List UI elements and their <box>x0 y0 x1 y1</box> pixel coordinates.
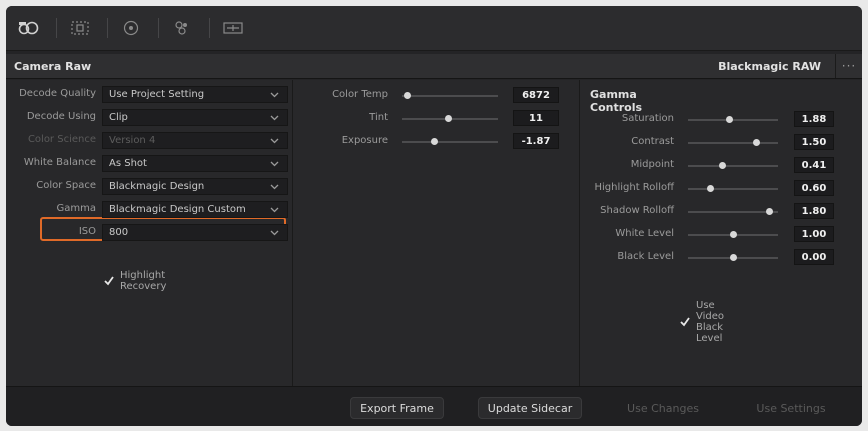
dropdown-value: Use Project Setting <box>109 89 205 100</box>
slider-label: Exposure <box>341 135 388 146</box>
more-options-icon[interactable]: ··· <box>835 54 862 78</box>
chevron-down-icon <box>270 136 279 147</box>
field-label: Decode Quality <box>19 88 96 99</box>
rgb-mixer-icon[interactable] <box>169 17 195 39</box>
slider-knob[interactable] <box>403 92 411 99</box>
color-match-icon[interactable] <box>67 17 93 39</box>
dropdown-value: As Shot <box>109 158 147 169</box>
slider-value[interactable]: 1.80 <box>794 203 834 219</box>
slider-label: Black Level <box>617 251 674 262</box>
gamma-controls-title: Gamma Controls <box>590 88 643 114</box>
slider-value[interactable]: 0.41 <box>794 157 834 173</box>
slider-knob[interactable] <box>430 138 438 145</box>
slider-track[interactable] <box>688 188 778 190</box>
use-changes-button[interactable]: Use Changes <box>618 397 708 419</box>
slider-value[interactable]: 0.60 <box>794 180 834 196</box>
slider-value[interactable]: 1.00 <box>794 226 834 242</box>
slider-knob[interactable] <box>730 231 737 238</box>
slider-track[interactable] <box>688 142 778 144</box>
slider-track[interactable] <box>402 95 498 97</box>
slider-label: Midpoint <box>630 159 674 170</box>
camera-raw-icon[interactable] <box>16 17 42 39</box>
codec-label: Blackmagic RAW <box>718 59 821 73</box>
field-dropdown[interactable]: 800 <box>102 224 288 241</box>
slider-knob[interactable] <box>752 139 760 146</box>
slider-track[interactable] <box>688 165 778 167</box>
chevron-down-icon <box>270 228 279 239</box>
checkmark-icon <box>104 275 114 287</box>
chevron-down-icon <box>270 205 279 216</box>
toolbar-divider <box>158 18 159 38</box>
checkbox-label: Use Video Black Level <box>696 300 725 344</box>
slider-track[interactable] <box>402 141 498 143</box>
camera-raw-window: Camera Raw Blackmagic RAW ··· Decode Qua… <box>6 6 862 426</box>
field-dropdown[interactable]: Clip <box>102 109 288 126</box>
use-video-black-level-checkbox[interactable]: Use Video Black Level <box>680 300 726 344</box>
slider-knob[interactable] <box>706 185 714 192</box>
toolbar-divider <box>209 18 210 38</box>
dropdown-value: Blackmagic Design Custom <box>109 204 246 215</box>
toolbar <box>6 6 862 51</box>
toolbar-divider <box>56 18 57 38</box>
chevron-down-icon <box>270 182 279 193</box>
checkbox-label: Highlight Recovery <box>120 270 167 292</box>
dropdown-value: Blackmagic Design <box>109 181 205 192</box>
slider-value[interactable]: 11 <box>513 110 559 126</box>
slider-label: Color Temp <box>332 89 388 100</box>
dropdown-value: 800 <box>109 227 129 238</box>
chevron-down-icon <box>270 90 279 101</box>
slider-value[interactable]: -1.87 <box>513 133 559 149</box>
slider-label: Tint <box>369 112 388 123</box>
chevron-down-icon <box>270 113 279 124</box>
slider-label: White Level <box>615 228 674 239</box>
slider-label: Contrast <box>631 136 674 147</box>
chevron-down-icon <box>270 159 279 170</box>
slider-value[interactable]: 1.50 <box>794 134 834 150</box>
motion-effects-icon[interactable] <box>220 17 246 39</box>
slider-label: Saturation <box>621 113 674 124</box>
checkmark-icon <box>680 316 690 328</box>
field-label: Color Space <box>36 180 96 191</box>
slider-track[interactable] <box>688 119 778 121</box>
toolbar-divider <box>107 18 108 38</box>
slider-value[interactable]: 0.00 <box>794 249 834 265</box>
slider-value[interactable]: 1.88 <box>794 111 834 127</box>
field-dropdown[interactable]: As Shot <box>102 155 288 172</box>
field-label: Color Science <box>27 134 96 145</box>
slider-knob[interactable] <box>766 208 773 215</box>
slider-knob[interactable] <box>725 116 733 123</box>
slider-track[interactable] <box>688 211 778 213</box>
slider-label: Shadow Rolloff <box>600 205 674 216</box>
dropdown-value: Version 4 <box>109 135 156 146</box>
footer-bar: Export Frame Update Sidecar Use Changes … <box>6 386 862 426</box>
field-label: Decode Using <box>26 111 96 122</box>
slider-label: Highlight Rolloff <box>594 182 674 193</box>
slider-value[interactable]: 6872 <box>513 87 559 103</box>
field-dropdown: Version 4 <box>102 132 288 149</box>
highlight-recovery-checkbox[interactable]: Highlight Recovery <box>104 270 168 292</box>
update-sidecar-button[interactable]: Update Sidecar <box>478 397 582 419</box>
export-frame-button[interactable]: Export Frame <box>350 397 444 419</box>
field-dropdown[interactable]: Blackmagic Design <box>102 178 288 195</box>
field-label: Gamma <box>56 203 97 214</box>
field-dropdown[interactable]: Use Project Setting <box>102 86 288 103</box>
field-label: White Balance <box>23 157 96 168</box>
panel-header: Camera Raw Blackmagic RAW ··· <box>6 54 862 79</box>
use-settings-button[interactable]: Use Settings <box>744 397 838 419</box>
slider-knob[interactable] <box>730 254 737 261</box>
field-dropdown[interactable]: Blackmagic Design Custom <box>102 201 288 218</box>
color-wheels-icon[interactable] <box>118 17 144 39</box>
panel-title: Camera Raw <box>14 59 92 73</box>
field-label: ISO <box>78 226 96 237</box>
dropdown-value: Clip <box>109 112 128 123</box>
